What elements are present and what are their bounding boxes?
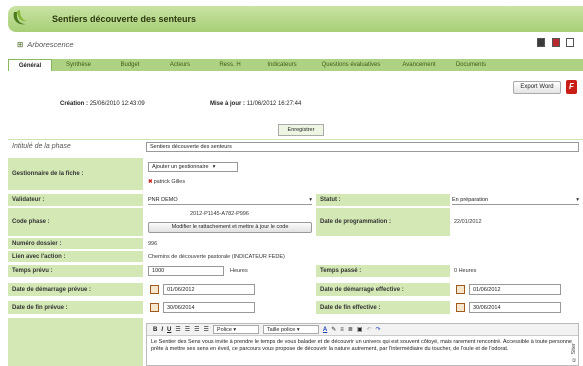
statut-label: Statut :	[316, 194, 450, 206]
pdf-icon[interactable]: F	[566, 80, 577, 94]
tree-toggle[interactable]: ⊞ Arborescence	[17, 40, 74, 49]
dossier-value: 996	[148, 240, 158, 247]
tab-bar: Général Synthèse Budget Acteurs Ress. H …	[8, 59, 583, 71]
gestionnaire-user: ✖ patrick Gilles	[148, 179, 186, 185]
image-icon[interactable]: ▣	[357, 326, 363, 333]
validateur-label: Validateur :	[8, 194, 143, 206]
tab-acteurs[interactable]: Acteurs	[155, 59, 205, 71]
text-color-button[interactable]: A	[323, 327, 327, 333]
gestionnaire-label: Gestionnaire de la fiche :	[8, 158, 143, 190]
prog-value: 22/01/2012	[454, 219, 482, 225]
save-button[interactable]: Enregistrer	[278, 124, 324, 136]
tab-ress-h[interactable]: Ress. H	[205, 59, 255, 71]
tab-avancement[interactable]: Avancement	[393, 59, 445, 71]
chevron-down-icon: ▾	[309, 196, 312, 203]
creation-info: Création : 25/06/2010 12:43:09	[60, 101, 145, 107]
calendar-icon[interactable]	[150, 285, 159, 294]
rich-text-editor[interactable]: B I U ☰ ☰ ☰ ☰ Police ▾ Taille police ▾ A…	[146, 323, 579, 366]
update-info: Mise à jour : 11/06/2012 16:27:44	[210, 101, 301, 107]
highlight-icon[interactable]: ✎	[331, 326, 336, 333]
dem-eff-input[interactable]: 01/06/2012	[469, 284, 561, 295]
dem-prevue-label: Date de démarrage prévue :	[8, 283, 143, 296]
undo-icon[interactable]: ↶	[367, 326, 372, 333]
calendar-icon[interactable]	[456, 285, 465, 294]
tab-synthese[interactable]: Synthèse	[52, 59, 105, 71]
window-icon[interactable]	[537, 38, 545, 47]
prog-label: Date de programmation :	[316, 208, 450, 236]
divider	[8, 139, 583, 140]
temps-prevu-unit: Heures	[230, 268, 248, 274]
font-select[interactable]: Police ▾	[212, 325, 259, 334]
update-label: Mise à jour :	[210, 101, 246, 107]
app-title: Sentiers découverte des senteurs	[52, 14, 197, 24]
calendar-icon[interactable]	[456, 303, 465, 312]
code-value: 2012-P1145-A782-P996	[190, 211, 249, 217]
fin-eff-input[interactable]: 30/06/2014	[469, 302, 561, 313]
statut-select[interactable]: En préparation ▾	[452, 195, 579, 205]
description-label	[8, 318, 143, 366]
italic-button[interactable]: I	[161, 327, 163, 333]
bullet-list-icon[interactable]: ≡	[340, 327, 344, 333]
validateur-select[interactable]: PNR DEMO ▾	[148, 195, 312, 205]
creation-value: 25/06/2010 12:43:09	[89, 101, 145, 107]
dem-eff-label: Date de démarrage effective :	[316, 283, 450, 296]
title-bar: Sentiers découverte des senteurs	[8, 6, 583, 32]
justify-icon[interactable]: ☰	[204, 326, 209, 333]
logo-icon	[13, 10, 27, 25]
editor-toolbar: B I U ☰ ☰ ☰ ☰ Police ▾ Taille police ▾ A…	[147, 324, 578, 336]
update-value: 11/06/2012 16:27:44	[246, 101, 302, 107]
creation-label: Création :	[60, 101, 89, 107]
dossier-label: Numéro dossier :	[8, 238, 143, 249]
update-code-button[interactable]: Modifier le rattachement et mettre à jou…	[148, 222, 312, 233]
font-size-select[interactable]: Taille police ▾	[262, 325, 319, 334]
lien-value: Chemins de découverte pastorale (INDICAT…	[148, 253, 285, 260]
chevron-down-icon: ▾	[576, 196, 579, 203]
lien-label: Lien avec l'action :	[8, 251, 143, 262]
phase-label: Intitulé de la phase	[8, 141, 143, 152]
numbered-list-icon[interactable]: ≣	[348, 326, 353, 333]
gestionnaire-select[interactable]: Ajouter un gestionnaire ▾	[148, 162, 238, 172]
fin-prevue-input[interactable]: 30/06/2014	[163, 302, 255, 313]
code-label: Code phase :	[8, 208, 143, 236]
temps-passe-label: Temps passé :	[316, 265, 450, 277]
align-center-icon[interactable]: ☰	[185, 326, 190, 333]
tab-documents[interactable]: Documents	[445, 59, 497, 71]
temps-prevu-input[interactable]: 1000	[148, 266, 224, 276]
align-right-icon[interactable]: ☰	[194, 326, 199, 333]
bold-button[interactable]: B	[153, 327, 157, 333]
chevron-down-icon: ▾	[212, 164, 216, 170]
temps-prevu-label: Temps prévu :	[8, 265, 143, 277]
tree-label: Arborescence	[27, 40, 74, 49]
temps-passe-value: 0 Heures	[454, 268, 477, 274]
underline-button[interactable]: U	[167, 327, 171, 333]
dem-prevue-input[interactable]: 01/06/2012	[163, 284, 255, 295]
fin-eff-label: Date de fin effective :	[316, 301, 450, 314]
tab-general[interactable]: Général	[8, 59, 52, 71]
export-word-button[interactable]: Export Word	[513, 81, 561, 94]
tab-questions-evaluatives[interactable]: Questions évaluatives	[309, 59, 393, 71]
editor-content[interactable]: Le Sentier des Sens vous invite à prendr…	[147, 336, 578, 356]
fin-prevue-label: Date de fin prévue :	[8, 301, 143, 314]
expand-icon: ⊞	[17, 40, 24, 49]
maximize-icon[interactable]	[566, 38, 574, 47]
tab-indicateurs[interactable]: Indicateurs	[255, 59, 309, 71]
redo-icon[interactable]: ↷	[376, 326, 381, 333]
remove-user-icon[interactable]: ✖	[148, 179, 153, 185]
watermark: © Siter	[571, 343, 577, 362]
phase-input[interactable]: Sentiers découverte des senteurs	[146, 142, 579, 152]
calendar-icon[interactable]	[150, 303, 159, 312]
align-left-icon[interactable]: ☰	[175, 326, 180, 333]
close-window-icon[interactable]	[552, 38, 560, 47]
tab-budget[interactable]: Budget	[105, 59, 155, 71]
